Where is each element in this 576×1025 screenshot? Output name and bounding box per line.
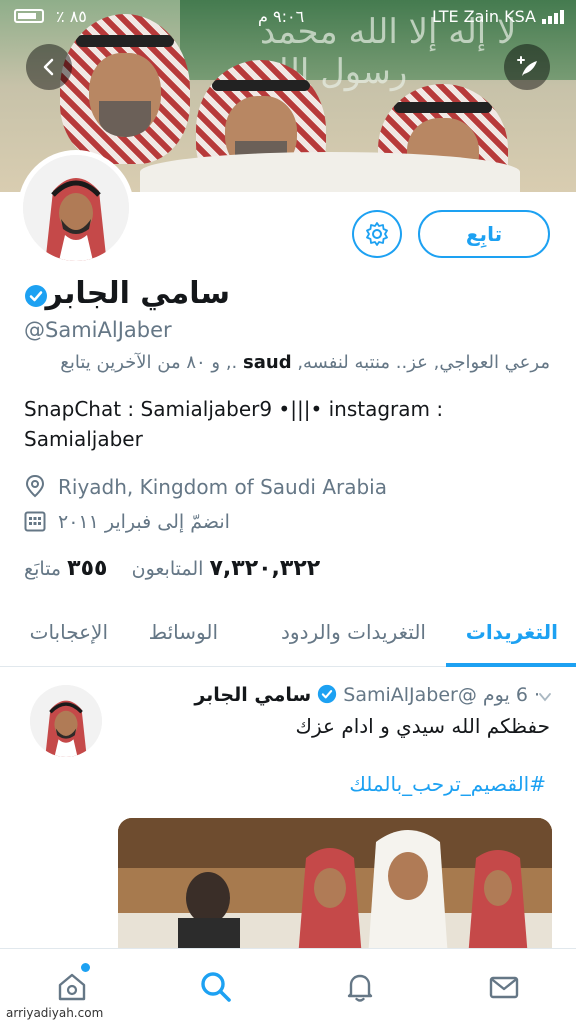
- profile-bio: SnapChat : Samialjaber9 •|||• instagram …: [24, 397, 444, 451]
- calendar-icon: [24, 511, 46, 532]
- tweet-avatar-portrait: [30, 685, 102, 757]
- following-label: متابَع: [24, 558, 62, 580]
- banner-portrait-left: [60, 14, 190, 164]
- profile-avatar[interactable]: [18, 150, 134, 266]
- followers-stat[interactable]: ٧,٣٢٠,٣٢٢ المتابعون: [126, 556, 321, 581]
- profile-stats: ٧,٣٢٠,٣٢٢ المتابعون ٣٥٥ متابَع: [24, 556, 320, 581]
- mail-icon: [489, 976, 519, 999]
- gear-icon: [366, 222, 388, 246]
- nav-search[interactable]: [196, 967, 236, 1007]
- following-count: ٣٥٥: [67, 556, 108, 581]
- avatar: [23, 155, 129, 261]
- tweet-avatar[interactable]: [30, 685, 102, 757]
- join-text: انضمّ إلى فبراير ٢٠١١: [58, 511, 230, 533]
- followed-by-line[interactable]: مرعي العواجي, عز.. منتبه لنفسه, saud ., …: [60, 352, 550, 373]
- banner-garment: [140, 152, 520, 192]
- compose-icon: [517, 56, 537, 76]
- status-time: ٩:٠٦ م: [258, 7, 305, 26]
- followers-count: ٧,٣٢٠,٣٢٢: [209, 556, 321, 581]
- status-bar: ٪ ٨٥ ٩:٠٦ م LTE Zain KSA: [0, 0, 576, 34]
- network-type: LTE: [431, 7, 459, 26]
- profile-name: سامي الجابر: [45, 276, 231, 311]
- active-tab-indicator: [446, 663, 576, 667]
- watermark: arriyadiyah.com: [6, 1006, 104, 1020]
- tab-media[interactable]: الوسائط: [149, 620, 218, 644]
- chevron-down-icon[interactable]: [538, 690, 552, 704]
- compose-button[interactable]: [504, 44, 550, 90]
- profile-handle: @SamiAlJaber: [24, 318, 172, 342]
- back-button[interactable]: [26, 44, 72, 90]
- profile-tabs: التغريدات التغريدات والردود الوسائط الإع…: [0, 604, 576, 667]
- tweet-media-image[interactable]: [118, 818, 552, 958]
- profile-join-date: انضمّ إلى فبراير ٢٠١١: [24, 510, 230, 533]
- followed-by-bold: saud: [243, 352, 292, 373]
- followers-label: المتابعون: [131, 558, 204, 580]
- nav-notifications[interactable]: [340, 967, 380, 1007]
- followed-by-prefix: مرعي العواجي, عز.. منتبه لنفسه,: [297, 352, 550, 373]
- bell-icon: [347, 974, 373, 1002]
- home-unread-dot: [81, 963, 90, 972]
- tweet-header: · 6 يوم @SamiAlJaber سامي الجابر: [194, 684, 540, 706]
- tweet-hashtag[interactable]: #القصيم_ترحب_بالملك: [349, 772, 546, 796]
- settings-button[interactable]: [352, 210, 402, 258]
- location-text: Riyadh, Kingdom of Saudi Arabia: [58, 475, 387, 499]
- tweet-handle: @SamiAlJaber: [343, 684, 477, 706]
- chevron-left-icon: [43, 58, 54, 76]
- home-icon: [58, 973, 86, 1001]
- battery-icon: [14, 9, 44, 23]
- tab-tweets[interactable]: التغريدات: [466, 620, 558, 644]
- search-icon: [201, 972, 231, 1002]
- profile-location: Riyadh, Kingdom of Saudi Arabia: [24, 474, 387, 499]
- verified-badge-icon: [318, 684, 337, 704]
- following-stat[interactable]: ٣٥٥ متابَع: [24, 556, 108, 581]
- verified-badge-icon: [25, 285, 47, 307]
- nav-home[interactable]: [52, 967, 92, 1007]
- tweet-text: حفظكم الله سيدي و ادام عزك: [295, 714, 550, 738]
- tab-likes[interactable]: الإعجابات: [30, 620, 108, 644]
- tweet-author-name: سامي الجابر: [194, 684, 312, 706]
- tab-tweets-replies[interactable]: التغريدات والردود: [281, 620, 426, 644]
- signal-icon: [542, 10, 564, 24]
- nav-messages[interactable]: [484, 967, 524, 1007]
- avatar-portrait: [23, 155, 129, 261]
- battery-percent: ٪ ٨٥: [56, 7, 87, 26]
- tweet-time: · 6 يوم: [482, 684, 540, 706]
- location-pin-icon: [25, 474, 45, 498]
- followed-by-suffix: ., و ٨٠ من الآخرين يتابع: [60, 352, 238, 373]
- follow-button[interactable]: تابِع: [418, 210, 550, 258]
- carrier-label: LTE Zain KSA: [432, 7, 536, 26]
- carrier-name: Zain KSA: [463, 7, 536, 26]
- tweet-photo: [118, 818, 552, 958]
